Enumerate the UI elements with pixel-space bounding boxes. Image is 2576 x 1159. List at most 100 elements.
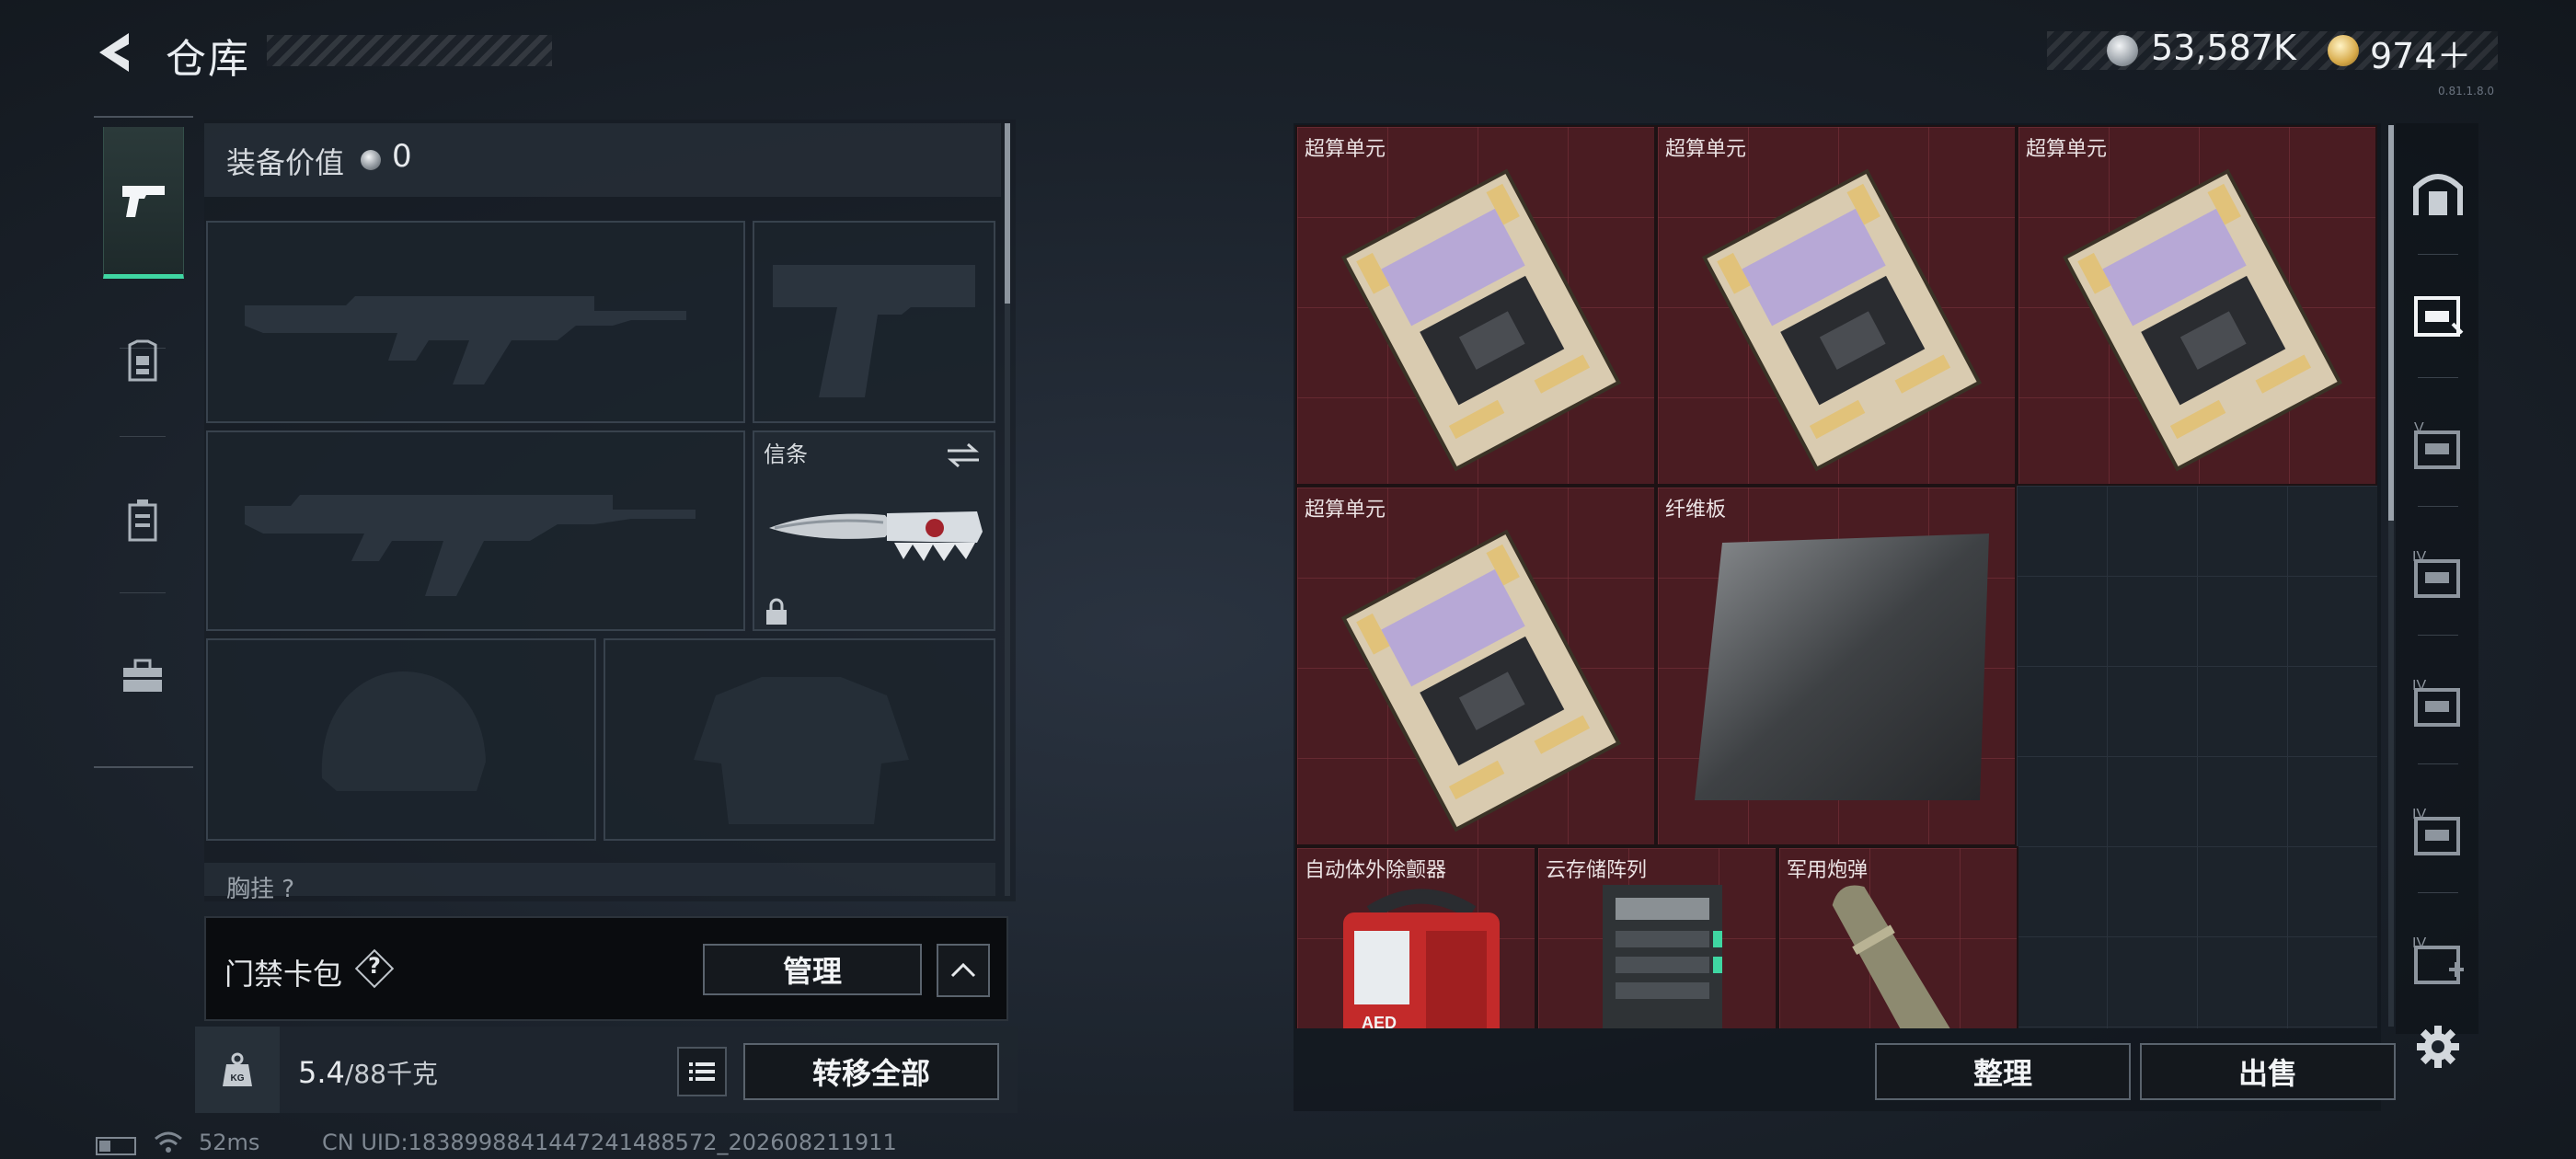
sidearm-slot[interactable]: [753, 221, 995, 423]
defibrillator-icon: AED: [1343, 889, 1500, 1028]
back-arrow-icon: [99, 33, 129, 72]
tab-divider: [2418, 635, 2458, 636]
svg-text:AED: AED: [1362, 1014, 1397, 1028]
storage-array-icon: [1603, 885, 1722, 1028]
tab-divider: [2418, 254, 2458, 255]
storage-tab-5[interactable]: IV: [2403, 797, 2473, 866]
armor-silhouette-icon: [694, 677, 909, 824]
body-armor-slot[interactable]: [604, 638, 995, 841]
silver-currency-value: 53,587K: [2151, 28, 2296, 68]
storage-item-compute-unit[interactable]: 超算单元: [2017, 125, 2377, 486]
storage-tab-3[interactable]: IV: [2403, 539, 2473, 609]
storage-item-defibrillator[interactable]: 自动体外除颤器 AED: [1295, 846, 1536, 1028]
storage-tab-icon: IV: [2412, 549, 2460, 598]
weight-icon: KG: [223, 1052, 252, 1086]
nav-item-firearm[interactable]: [103, 127, 184, 279]
home-safe-icon: [2413, 174, 2463, 215]
weight-capacity: /88千克: [344, 1059, 438, 1089]
equipment-value-label: 装备价值: [226, 145, 345, 180]
settings-button[interactable]: [2412, 1021, 2464, 1073]
storage-tab-icon: IV: [2412, 807, 2460, 855]
compute-unit-icon: [1340, 168, 1622, 472]
knife-icon: [769, 511, 983, 561]
equipment-value: 0: [392, 138, 412, 175]
secondary-weapon-slot[interactable]: [206, 430, 745, 631]
storage-tab-2[interactable]: V: [2403, 410, 2473, 480]
melee-slot-label: 信条: [764, 442, 808, 467]
storage-item-compute-unit[interactable]: 超算单元: [1295, 125, 1656, 486]
version-tag: 0.81.1.8.0: [2438, 85, 2495, 98]
compute-unit-icon: [2062, 168, 2343, 472]
nav-divider: [120, 592, 166, 593]
title-decoration: [267, 35, 552, 66]
lock-icon: [766, 598, 787, 625]
item-name: 纤维板: [1665, 499, 1727, 522]
fiberboard-icon: [1695, 534, 1989, 800]
weight-value: 5.4/88千克: [298, 1054, 438, 1091]
rifle-silhouette-icon: [245, 296, 686, 384]
storage-item-storage-array[interactable]: 云存储阵列: [1536, 846, 1777, 1028]
melee-slot[interactable]: 信条: [753, 430, 995, 631]
chest-rig-row[interactable]: [204, 863, 995, 896]
helmet-slot[interactable]: [206, 638, 596, 841]
list-icon: [689, 1062, 715, 1081]
storage-tab-icon: IV: [2412, 678, 2460, 727]
storage-item-compute-unit[interactable]: 超算单元: [1295, 486, 1656, 846]
help-icon-text: ?: [368, 953, 381, 979]
battery-level: [99, 1141, 110, 1152]
weight-icon-box: KG: [195, 1027, 280, 1113]
briefcase-icon: [123, 659, 162, 692]
ping-value: 52ms: [199, 1130, 260, 1155]
tab-divider: [2418, 763, 2458, 764]
gold-coin-icon: [2328, 35, 2359, 66]
storage-grid[interactable]: 超算单元 超算单元 超算单元 超算单元 纤维板 自动体外除颤器 AED 云存储阵…: [1295, 125, 2377, 1028]
nav-divider: [120, 436, 166, 437]
item-name: 自动体外除颤器: [1305, 859, 1447, 882]
pistol-silhouette-icon: [773, 265, 975, 397]
silver-coin-icon: [2107, 35, 2138, 66]
nav-item-toolbox[interactable]: [103, 637, 182, 716]
storage-tab-safe[interactable]: [2403, 158, 2473, 228]
storage-tab-4[interactable]: IV: [2403, 668, 2473, 738]
tab-divider: [2418, 892, 2458, 893]
back-button[interactable]: [92, 28, 142, 77]
page-title: 仓库: [166, 36, 250, 83]
transfer-all-button[interactable]: 转移全部: [743, 1043, 999, 1100]
storage-tab-1[interactable]: [2403, 281, 2473, 351]
backpack-icon: [128, 499, 157, 542]
chevron-up-icon: [950, 962, 976, 978]
sell-button[interactable]: 出售: [2140, 1043, 2396, 1100]
shell-icon: [1832, 885, 1955, 1028]
collapse-button[interactable]: [937, 944, 990, 997]
storage-scroll-thumb[interactable]: [2388, 125, 2394, 521]
swap-icon[interactable]: [944, 442, 983, 469]
tab-divider: [2418, 506, 2458, 507]
gold-currency-value[interactable]: 974＋: [2370, 28, 2472, 78]
silver-coin-icon: [361, 150, 381, 170]
compute-unit-icon: [1340, 529, 1622, 832]
storage-tab-icon: [2414, 296, 2464, 337]
list-view-button[interactable]: [677, 1047, 727, 1096]
svg-text:KG: KG: [231, 1073, 245, 1084]
weight-current: 5.4: [298, 1055, 345, 1090]
compute-unit-icon: [1701, 168, 1983, 472]
wifi-icon: [155, 1131, 182, 1153]
storage-tab-add[interactable]: IV: [2403, 925, 2473, 995]
gear-icon: [2417, 1026, 2459, 1068]
primary-weapon-slot[interactable]: [206, 221, 745, 423]
chest-rig-label: 胸挂 ?: [226, 876, 295, 903]
manage-button[interactable]: 管理: [703, 944, 922, 995]
sort-button[interactable]: 整理: [1875, 1043, 2131, 1100]
helmet-silhouette-icon: [321, 671, 486, 791]
pistol-icon: [122, 186, 165, 217]
storage-item-fiberboard[interactable]: 纤维板: [1656, 486, 2017, 846]
nav-item-armor[interactable]: [103, 322, 182, 401]
storage-tab-add-icon: IV: [2412, 935, 2464, 984]
storage-item-shell[interactable]: 军用炮弹: [1777, 846, 2018, 1028]
tab-divider: [2418, 377, 2458, 378]
storage-item-compute-unit[interactable]: 超算单元: [1656, 125, 2017, 486]
rifle-silhouette-icon: [245, 495, 696, 596]
nav-item-backpack[interactable]: [103, 480, 182, 559]
equipment-scroll-thumb[interactable]: [1005, 123, 1010, 304]
keycard-label: 门禁卡包: [224, 957, 343, 992]
